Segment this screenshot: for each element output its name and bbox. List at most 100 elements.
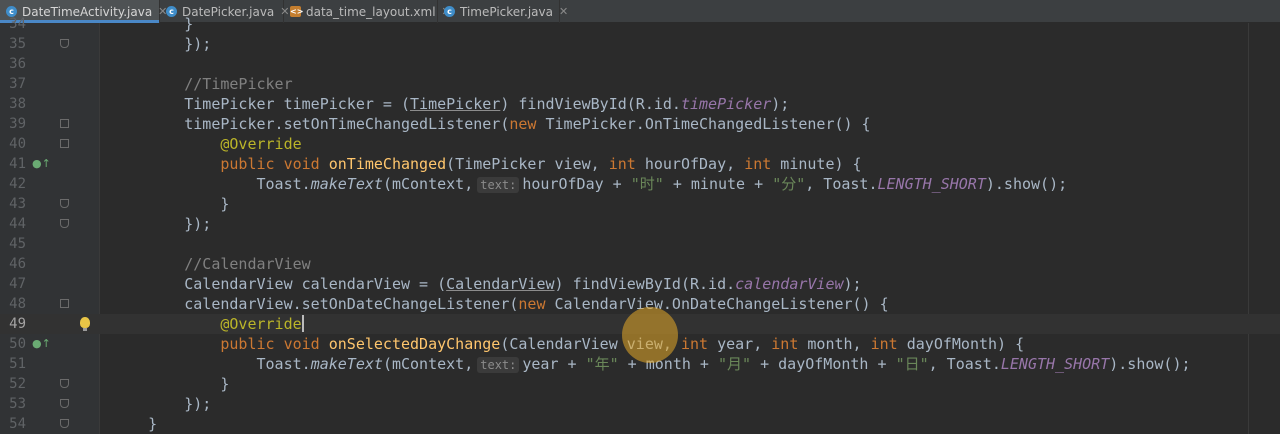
code-text[interactable]: timePicker.setOnTimeChangedListener(new …	[112, 114, 871, 134]
fold-marker-icon[interactable]	[60, 139, 69, 148]
code-text[interactable]: Toast.makeText(mContext, text: hourOfDay +…	[112, 174, 1067, 194]
code-token: calendarView.setOnDateChangeListener(	[112, 295, 519, 313]
code-text[interactable]: });	[112, 34, 211, 54]
code-token: ) findViewById(R.id.	[500, 95, 681, 113]
fold-marker-icon[interactable]	[60, 299, 69, 308]
line-number: 37	[9, 76, 26, 92]
code-token: (TimePicker view,	[446, 155, 609, 173]
code-token: ).show();	[1109, 355, 1191, 373]
code-line[interactable]: 36	[0, 54, 1280, 74]
code-token: timePicker	[680, 95, 772, 113]
code-editor[interactable]: 34 } 35 }); 36 37 //TimePicker 38 TimePicker…	[0, 15, 1280, 434]
code-line[interactable]: 54 }	[0, 414, 1280, 434]
code-text[interactable]: });	[112, 214, 211, 234]
code-text[interactable]: @Override	[112, 314, 304, 334]
code-line[interactable]: 42 Toast.makeText(mContext, text: hourOfDa…	[0, 174, 1280, 194]
code-token: hourOfDay,	[635, 155, 745, 173]
code-line[interactable]: 38 TimePicker timePicker = (TimePicker) …	[0, 94, 1280, 114]
override-method-icon[interactable]: ●↑	[32, 158, 51, 170]
mouse-cursor-highlight	[622, 307, 678, 363]
code-text[interactable]: TimePicker timePicker = (TimePicker) fin…	[112, 94, 789, 114]
code-token: LENGTH_SHORT	[877, 175, 986, 193]
code-token: TimePicker.OnTimeChangedListener() {	[536, 115, 871, 133]
code-token: year +	[522, 355, 586, 373]
code-text[interactable]: //TimePicker	[112, 74, 293, 94]
code-text[interactable]: }	[112, 374, 229, 394]
code-token: new	[509, 115, 537, 133]
line-number: 44	[9, 216, 26, 232]
code-token: makeText	[310, 175, 383, 193]
code-text[interactable]: public void onSelectedDayChange(Calendar…	[112, 334, 1024, 354]
code-line[interactable]: 40 @Override	[0, 134, 1280, 154]
code-text[interactable]: }	[112, 414, 157, 434]
code-token: "日"	[895, 355, 929, 373]
line-number: 39	[9, 116, 26, 132]
code-token: );	[843, 275, 862, 293]
code-text[interactable]: });	[112, 394, 211, 414]
code-text[interactable]: public void onTimeChanged(TimePicker vie…	[112, 154, 861, 174]
code-token: });	[112, 35, 212, 53]
line-number: 38	[9, 96, 26, 112]
code-line[interactable]: 34 }	[0, 14, 1280, 34]
code-token: }	[112, 15, 194, 33]
fold-marker-icon[interactable]	[60, 199, 69, 208]
code-token: //CalendarView	[112, 255, 311, 273]
code-token: int	[608, 155, 636, 173]
code-token: public void	[220, 335, 320, 353]
code-token: , Toast.	[805, 175, 878, 193]
code-line[interactable]: 35 });	[0, 34, 1280, 54]
line-number: 46	[9, 256, 26, 272]
line-number: 43	[9, 196, 26, 212]
text-caret	[301, 315, 304, 332]
code-token: @Override	[220, 315, 302, 333]
code-text[interactable]: //CalendarView	[112, 254, 311, 274]
code-token: TimePicker	[410, 95, 501, 113]
override-method-icon[interactable]: ●↑	[32, 338, 51, 350]
code-token: , Toast.	[928, 355, 1001, 373]
line-number: 54	[9, 416, 26, 432]
code-text[interactable]: CalendarView calendarView = (CalendarVie…	[112, 274, 862, 294]
code-token: Toast.	[112, 175, 311, 193]
code-line[interactable]: 39 timePicker.setOnTimeChangedListener(n…	[0, 114, 1280, 134]
code-text[interactable]: }	[112, 14, 193, 34]
code-token: "分"	[772, 175, 806, 193]
code-text[interactable]: }	[112, 194, 229, 214]
line-number: 36	[9, 56, 26, 72]
code-line[interactable]: 37 //TimePicker	[0, 74, 1280, 94]
code-token: month,	[798, 335, 871, 353]
code-token: });	[112, 215, 212, 233]
line-number: 51	[9, 356, 26, 372]
code-token: LENGTH_SHORT	[1000, 355, 1110, 373]
code-line[interactable]: 41 ●↑ public void onTimeChanged(TimePicke…	[0, 154, 1280, 174]
code-line[interactable]: 53 });	[0, 394, 1280, 414]
code-token: });	[112, 395, 212, 413]
code-token: TimePicker timePicker = (	[112, 95, 411, 113]
intention-bulb-icon[interactable]	[80, 317, 90, 331]
fold-marker-icon[interactable]	[60, 399, 69, 408]
code-line[interactable]: 52 }	[0, 374, 1280, 394]
code-token: CalendarView calendarView = (	[112, 275, 447, 293]
code-token: (mContext,	[382, 355, 474, 373]
code-line[interactable]: 43 }	[0, 194, 1280, 214]
line-number: 41	[9, 156, 26, 172]
fold-marker-icon[interactable]	[60, 119, 69, 128]
fold-marker-icon[interactable]	[60, 419, 69, 428]
line-number: 40	[9, 136, 26, 152]
code-line[interactable]: 44 });	[0, 214, 1280, 234]
code-token: public void	[220, 155, 320, 173]
code-text[interactable]: calendarView.setOnDateChangeListener(new…	[112, 294, 888, 314]
parameter-hint: text:	[477, 177, 520, 193]
code-token: //TimePicker	[112, 75, 293, 93]
parameter-hint: text:	[477, 357, 520, 373]
code-line[interactable]: 47 CalendarView calendarView = (Calendar…	[0, 274, 1280, 294]
code-text[interactable]: @Override	[112, 134, 301, 154]
code-line[interactable]: 46 //CalendarView	[0, 254, 1280, 274]
fold-marker-icon[interactable]	[60, 39, 69, 48]
fold-marker-icon[interactable]	[60, 379, 69, 388]
fold-marker-icon[interactable]	[60, 219, 69, 228]
code-line[interactable]: 45	[0, 234, 1280, 254]
line-number: 53	[9, 396, 26, 412]
